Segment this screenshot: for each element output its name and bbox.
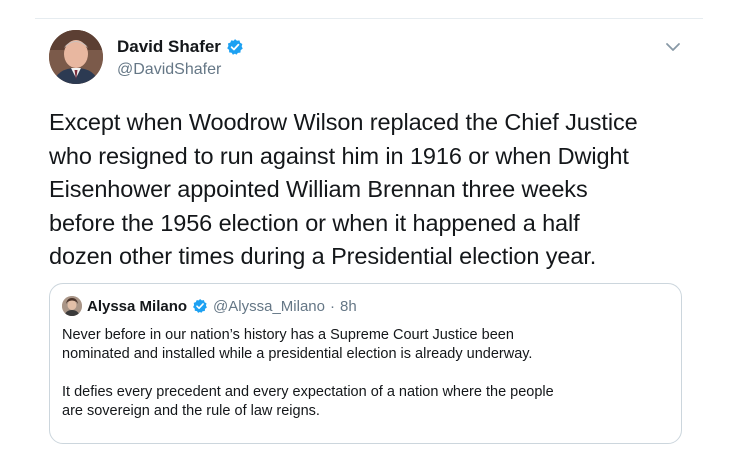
quoted-separator: · bbox=[329, 297, 335, 315]
author-handle[interactable]: @DavidShafer bbox=[117, 61, 221, 79]
quoted-tweet-body: Never before in our nation’s history has… bbox=[62, 326, 672, 421]
tweet-text-line: who resigned to run against him in 1916 … bbox=[49, 142, 629, 169]
avatar[interactable] bbox=[49, 30, 103, 84]
tweet-text: Except when Woodrow Wilson replaced the … bbox=[49, 106, 709, 274]
quoted-tweet-header: Alyssa Milano @Alyssa_Milano · 8h bbox=[62, 296, 357, 316]
quoted-author-handle[interactable]: @Alyssa_Milano bbox=[213, 298, 325, 315]
verified-badge-icon bbox=[226, 38, 244, 56]
author-name-row[interactable]: David Shafer bbox=[117, 37, 244, 57]
quoted-text-line: nominated and installed while a presiden… bbox=[62, 346, 533, 362]
tweet-text-line: dozen other times during a Presidential … bbox=[49, 243, 597, 269]
tweet: David Shafer @DavidShafer Except when Wo… bbox=[0, 0, 737, 463]
quoted-author-avatar[interactable] bbox=[62, 296, 82, 316]
author-name[interactable]: David Shafer bbox=[117, 37, 221, 57]
tweet-text-line: Except when Woodrow Wilson replaced the … bbox=[49, 109, 638, 135]
tweet-text-line: Eisenhower appointed William Brennan thr… bbox=[49, 176, 588, 202]
tweet-text-line: before the 1956 election or when it happ… bbox=[49, 209, 580, 236]
quoted-timestamp[interactable]: 8h bbox=[340, 298, 357, 315]
quoted-text-line: Never before in our nation’s history has… bbox=[62, 327, 514, 343]
chevron-down-icon[interactable] bbox=[665, 40, 681, 52]
quoted-tweet-card[interactable]: Alyssa Milano @Alyssa_Milano · 8h Never … bbox=[49, 283, 682, 444]
quoted-text-line: are sovereign and the rule of law reigns… bbox=[62, 403, 320, 419]
quoted-text-line: It defies every precedent and every expe… bbox=[62, 384, 554, 400]
quoted-author-name[interactable]: Alyssa Milano bbox=[87, 298, 187, 315]
quoted-verified-badge-icon bbox=[192, 298, 208, 314]
